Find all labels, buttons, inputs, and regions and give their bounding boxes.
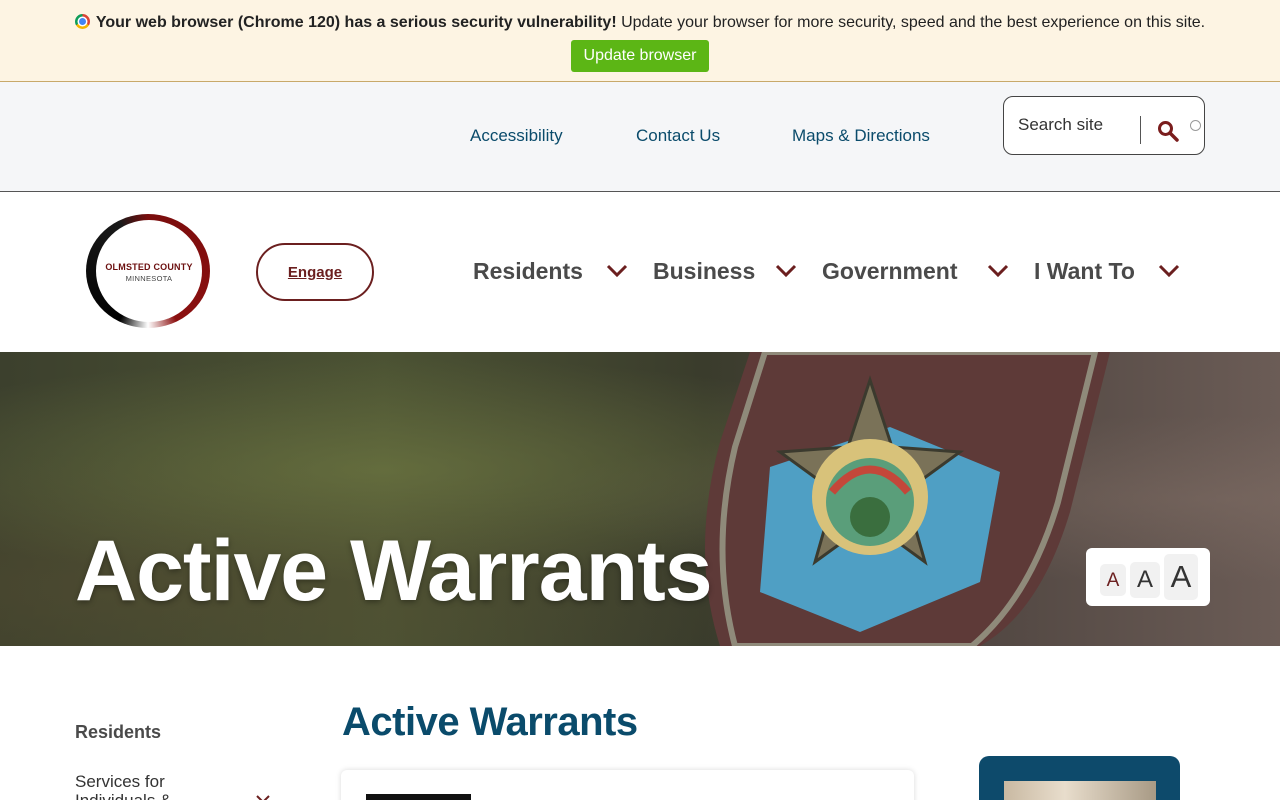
page-heading: Active Warrants xyxy=(342,700,638,744)
chevron-down-icon[interactable] xyxy=(255,794,271,800)
logo-title: OLMSTED COUNTY xyxy=(105,262,193,272)
banner-warning-text: Your web browser (Chrome 120) has a seri… xyxy=(95,14,617,31)
chevron-down-icon[interactable] xyxy=(986,262,1010,280)
text-size-medium-button[interactable]: A xyxy=(1130,562,1160,598)
text-size-large-button[interactable]: A xyxy=(1164,554,1198,600)
side-card-image xyxy=(1004,781,1156,800)
card-image xyxy=(366,794,471,800)
content-card xyxy=(341,770,914,800)
nav-government[interactable]: Government xyxy=(822,258,957,285)
browser-update-banner: Your web browser (Chrome 120) has a seri… xyxy=(0,0,1280,82)
chevron-down-icon[interactable] xyxy=(774,262,798,280)
accessibility-link[interactable]: Accessibility xyxy=(470,126,563,146)
chevron-down-icon[interactable] xyxy=(1157,262,1181,280)
logo-subtitle: MINNESOTA xyxy=(125,274,173,283)
side-nav-heading[interactable]: Residents xyxy=(75,722,161,743)
search-input[interactable] xyxy=(1018,107,1138,143)
maps-directions-link[interactable]: Maps & Directions xyxy=(792,126,930,146)
search-divider xyxy=(1140,116,1141,144)
side-card[interactable] xyxy=(979,756,1180,800)
county-logo[interactable]: OLMSTED COUNTY MINNESOTA xyxy=(86,214,212,330)
loading-indicator-icon xyxy=(1190,120,1201,131)
hero-title: Active Warrants xyxy=(75,523,713,619)
nav-residents[interactable]: Residents xyxy=(473,258,583,285)
utility-bar: Accessibility Contact Us Maps & Directio… xyxy=(0,82,1280,192)
nav-business[interactable]: Business xyxy=(653,258,755,285)
banner-detail-text: Update your browser for more security, s… xyxy=(616,14,1206,31)
contact-us-link[interactable]: Contact Us xyxy=(636,126,720,146)
main-header: OLMSTED COUNTY MINNESOTA Engage Resident… xyxy=(0,192,1280,352)
hero-banner: Active Warrants A A A xyxy=(0,352,1280,646)
banner-message: Your web browser (Chrome 120) has a seri… xyxy=(0,14,1280,32)
search-icon[interactable] xyxy=(1156,119,1180,143)
text-size-controls: A A A xyxy=(1086,548,1210,606)
text-size-small-button[interactable]: A xyxy=(1100,564,1126,596)
engage-button[interactable]: Engage xyxy=(256,243,374,301)
chevron-down-icon[interactable] xyxy=(605,262,629,280)
side-nav-item-services[interactable]: Services for Individuals & xyxy=(75,772,205,800)
chrome-icon xyxy=(74,14,90,29)
search-box xyxy=(1003,96,1205,155)
nav-i-want-to[interactable]: I Want To xyxy=(1034,258,1135,285)
update-browser-button[interactable]: Update browser xyxy=(571,40,709,72)
